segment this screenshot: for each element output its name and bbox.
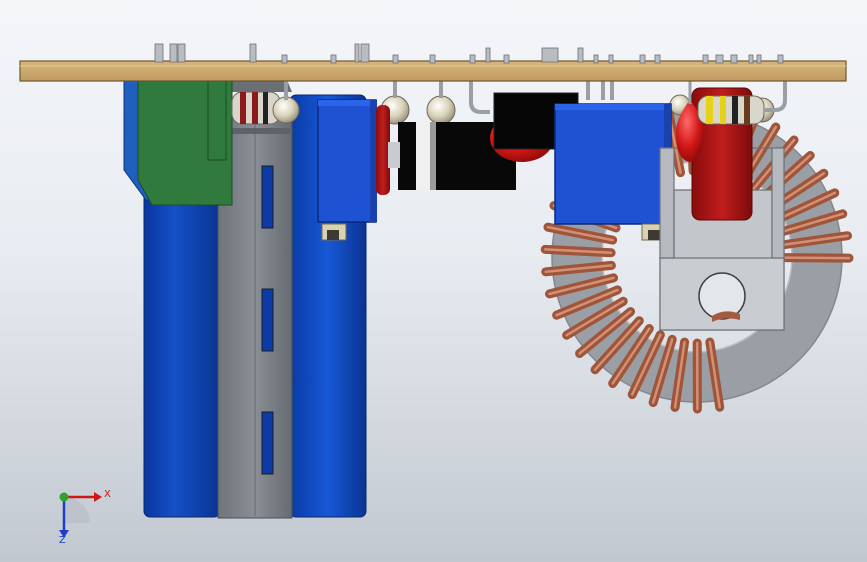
- header-pin: [577, 47, 584, 63]
- coordinate-triad: X Z: [59, 489, 111, 546]
- cad-viewport[interactable]: X Z: [0, 0, 867, 562]
- header-pin: [354, 43, 360, 63]
- assembly-scene: X Z: [19, 43, 854, 546]
- header-pin: [169, 43, 178, 63]
- red-capacitor-side: [376, 105, 390, 195]
- header-pin: [429, 54, 436, 64]
- resistor-right: [697, 95, 765, 125]
- header-pin: [177, 43, 186, 63]
- header-pin: [469, 54, 476, 64]
- terminal-block-left: [317, 99, 377, 241]
- pcb-board: [19, 60, 847, 82]
- header-pin: [503, 54, 510, 64]
- bracket-slot: [261, 411, 274, 475]
- header-pin: [730, 54, 738, 64]
- header-pin: [249, 43, 257, 63]
- header-pin: [608, 54, 614, 64]
- header-pin: [281, 54, 288, 64]
- bracket-slot: [261, 288, 274, 352]
- header-pin: [715, 54, 724, 64]
- header-pin: [541, 47, 559, 63]
- triad-x-label: X: [104, 489, 111, 500]
- header-pins: [154, 43, 784, 64]
- header-pin: [392, 54, 399, 64]
- header-pin: [777, 54, 784, 64]
- triad-z-label: Z: [59, 535, 66, 546]
- header-pin: [748, 54, 754, 64]
- header-pin: [702, 54, 709, 64]
- header-pin: [485, 47, 491, 63]
- header-pin: [330, 54, 337, 64]
- header-pin: [756, 54, 762, 64]
- header-pin: [360, 43, 370, 63]
- header-pin: [654, 54, 661, 64]
- terminal-block-right: [554, 103, 672, 241]
- header-pin: [593, 54, 599, 64]
- bracket-slot: [261, 165, 274, 229]
- header-pin: [154, 43, 164, 63]
- header-pin: [639, 54, 646, 64]
- green-mount: [123, 79, 233, 206]
